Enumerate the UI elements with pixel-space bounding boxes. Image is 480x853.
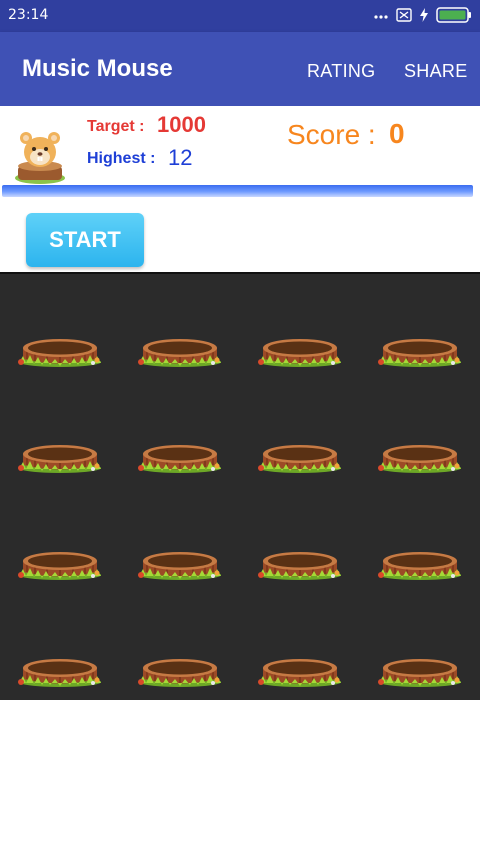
tree-stump-hole-icon xyxy=(137,438,223,474)
mole-hole[interactable] xyxy=(137,332,223,368)
score-value: 0 xyxy=(389,118,405,149)
mole-hole[interactable] xyxy=(377,652,463,688)
tree-stump-hole-icon xyxy=(257,332,343,368)
tree-stump-hole-icon xyxy=(17,332,103,368)
tree-stump-hole-icon xyxy=(257,652,343,688)
mole-hole[interactable] xyxy=(377,438,463,474)
mole-hole[interactable] xyxy=(137,652,223,688)
tree-stump-hole-icon xyxy=(377,438,463,474)
start-button[interactable]: START xyxy=(26,213,144,267)
tree-stump-hole-icon xyxy=(137,332,223,368)
tree-stump-hole-icon xyxy=(257,545,343,581)
highest-label: Highest : xyxy=(87,150,156,167)
mole-hole[interactable] xyxy=(257,332,343,368)
tree-stump-hole-icon xyxy=(257,438,343,474)
app-bar: Music Mouse RATING SHARE xyxy=(0,32,480,106)
sim-off-icon xyxy=(396,7,412,25)
mole-hole[interactable] xyxy=(257,652,343,688)
tree-stump-hole-icon xyxy=(377,545,463,581)
tree-stump-hole-icon xyxy=(137,545,223,581)
score-panel: Target : 1000 Highest : 12 Score : 0 xyxy=(0,106,480,186)
tree-stump-hole-icon xyxy=(377,332,463,368)
progress-bar xyxy=(0,185,480,197)
mole-hole[interactable] xyxy=(17,332,103,368)
mouse-avatar-icon xyxy=(15,132,65,184)
mole-hole[interactable] xyxy=(377,545,463,581)
mole-hole[interactable] xyxy=(257,438,343,474)
tree-stump-hole-icon xyxy=(377,652,463,688)
tree-stump-hole-icon xyxy=(17,545,103,581)
score-label: Score : xyxy=(287,119,376,150)
more-dots-icon xyxy=(374,9,388,23)
charging-icon xyxy=(420,7,428,25)
rating-button[interactable]: RATING xyxy=(307,61,375,82)
mole-hole[interactable] xyxy=(17,545,103,581)
tree-stump-hole-icon xyxy=(17,438,103,474)
target-label: Target : xyxy=(87,118,145,135)
share-button[interactable]: SHARE xyxy=(404,61,468,82)
mole-hole[interactable] xyxy=(137,545,223,581)
target-value: 1000 xyxy=(157,112,206,137)
status-bar: 23:14 xyxy=(0,0,480,32)
mole-hole[interactable] xyxy=(17,438,103,474)
app-title: Music Mouse xyxy=(22,55,173,82)
mole-hole[interactable] xyxy=(17,652,103,688)
mole-hole[interactable] xyxy=(377,332,463,368)
highest-value: 12 xyxy=(168,145,193,170)
game-board xyxy=(0,272,480,700)
status-icons xyxy=(374,6,472,26)
mole-hole[interactable] xyxy=(137,438,223,474)
tree-stump-hole-icon xyxy=(137,652,223,688)
status-time: 23:14 xyxy=(8,7,49,23)
mole-hole[interactable] xyxy=(257,545,343,581)
progress-fill xyxy=(2,185,474,197)
tree-stump-hole-icon xyxy=(17,652,103,688)
battery-icon xyxy=(436,6,472,26)
